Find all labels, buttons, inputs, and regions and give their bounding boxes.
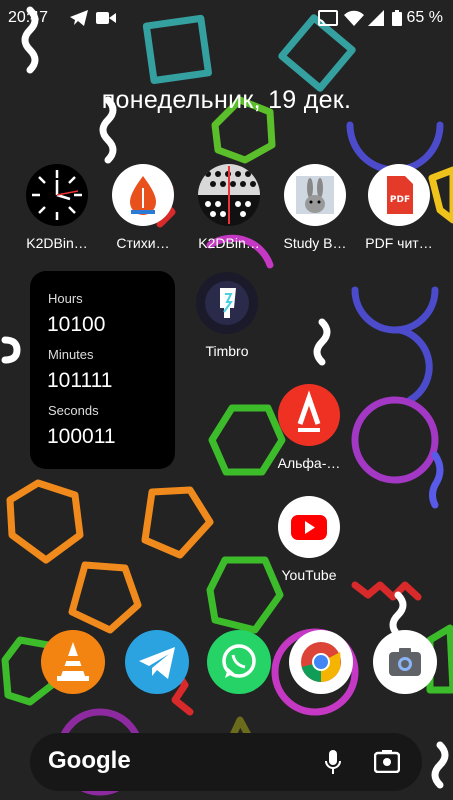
app-timbro[interactable]: Timbro (182, 272, 272, 359)
app-label: K2DBin… (198, 235, 260, 251)
alfa-bank-icon (278, 384, 340, 446)
rabbit-icon (284, 164, 346, 226)
dock-telegram[interactable] (112, 630, 202, 694)
app-k2dbin-dots[interactable]: K2DBin… (184, 164, 274, 251)
telegram-icon (125, 630, 189, 694)
dock-vlc[interactable] (28, 630, 118, 694)
signal-icon (368, 10, 384, 26)
google-lens-icon[interactable] (374, 749, 400, 773)
google-logo: Google (48, 747, 131, 774)
dock-camera[interactable] (360, 630, 450, 694)
video-icon (96, 12, 116, 24)
binary-clock-widget[interactable]: Hours 10100 Minutes 101111 Seconds 10001… (30, 271, 175, 469)
pdf-icon: PDF (368, 164, 430, 226)
send-icon (70, 10, 88, 26)
app-youtube[interactable]: YouTube (264, 496, 354, 583)
app-alfa-bank[interactable]: Альфа-… (264, 384, 354, 471)
app-label: Timbro (205, 343, 249, 359)
date-widget[interactable]: понедельник, 19 дек. (0, 86, 453, 115)
app-k2dbin-clock[interactable]: K2DBin… (12, 164, 102, 251)
app-label: K2DBin… (26, 235, 88, 251)
battery-icon (392, 10, 402, 26)
app-label: YouTube (281, 567, 337, 583)
cast-icon (318, 10, 338, 26)
k2dbin-dots-icon (198, 164, 260, 226)
hours-label: Hours (48, 291, 83, 306)
seconds-value: 100011 (47, 425, 116, 448)
wifi-icon (344, 10, 364, 26)
app-label: Study B… (283, 235, 347, 251)
clock-icon (26, 164, 88, 226)
vlc-icon (41, 630, 105, 694)
dock-whatsapp[interactable] (194, 630, 284, 694)
svg-text:PDF: PDF (390, 195, 410, 205)
seconds-label: Seconds (48, 403, 99, 418)
app-label: PDF чит… (365, 235, 433, 251)
battery-percent: 65 % (406, 9, 443, 26)
hours-value: 10100 (47, 313, 106, 336)
minutes-label: Minutes (48, 347, 94, 362)
app-study-b[interactable]: Study B… (270, 164, 360, 251)
app-label: Стихи… (116, 235, 170, 251)
camera-icon (373, 630, 437, 694)
timbro-icon (196, 272, 258, 334)
chrome-icon (289, 630, 353, 694)
whatsapp-icon (207, 630, 271, 694)
minutes-value: 101111 (47, 369, 113, 392)
app-label: Альфа-… (277, 455, 341, 471)
microphone-icon[interactable] (324, 749, 342, 775)
youtube-icon (278, 496, 340, 558)
app-pdf-reader[interactable]: PDF PDF чит… (354, 164, 444, 251)
status-bar: 20:47 65 % (0, 0, 453, 36)
stikhi-icon (112, 164, 174, 226)
status-time: 20:47 (8, 9, 49, 26)
app-stikhi[interactable]: Стихи… (98, 164, 188, 251)
google-search-bar[interactable]: Google (30, 733, 422, 791)
dock-chrome[interactable] (276, 630, 366, 694)
